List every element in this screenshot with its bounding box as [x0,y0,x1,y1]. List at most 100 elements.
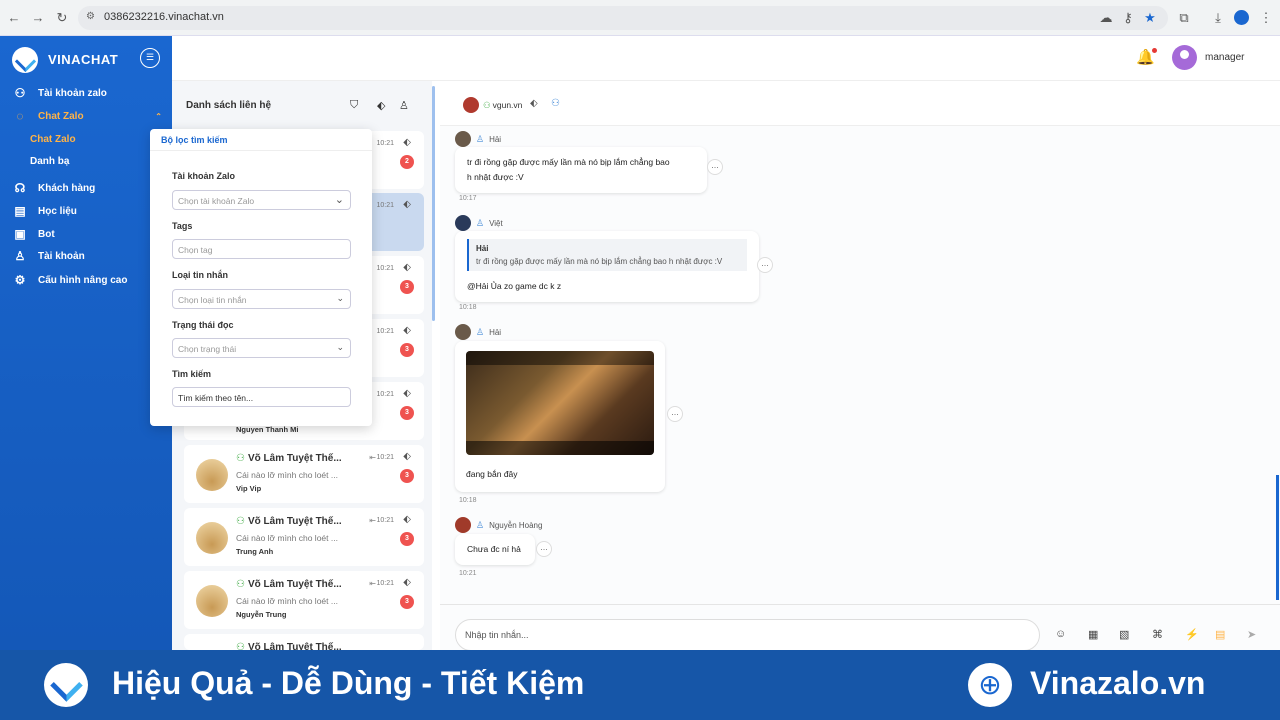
image-message-bubble[interactable]: đang bắn đây [455,341,665,492]
address-bar[interactable]: ⚙ 0386232216.vinachat.vn [78,6,1168,30]
contact-subtitle: Vip Vip [236,484,262,493]
pin-icon[interactable]: ⇤ [369,453,376,462]
tag-icon[interactable]: ⬖ [530,98,538,109]
message-bubble[interactable]: tr đi rồng gặp được mấy lần mà nó bịp lắ… [455,147,707,193]
sidebar-item-learning[interactable]: ▤ Học liệu [12,204,77,218]
contact-time: 10:21 [376,265,394,272]
quoted-message[interactable]: Hải tr đi rồng gặp được mấy lần mà nó bị… [467,239,747,271]
message-type-select[interactable]: Chọn loại tin nhắn ⌄ [172,289,351,309]
send-icon[interactable]: ➤ [1247,628,1256,641]
message-sender: ♙ Hải [455,131,501,147]
sidebar-item-label: Học liệu [38,205,77,217]
grid-icon[interactable]: ▦ [1088,628,1098,641]
browser-toolbar: ← → ↻ ⚙ 0386232216.vinachat.vn ☁ ⚷ ★ ⧉ ⤓… [0,0,1280,36]
search-label: Tìm kiếm [172,369,212,379]
game-screenshot-image[interactable] [466,351,654,455]
quick-reply-icon[interactable]: ⚡ [1185,628,1199,641]
message-time: 10:18 [459,497,477,504]
tag-icon[interactable]: ⬖ [377,99,385,112]
sidebar-subitem-contacts[interactable]: Danh bạ [30,156,69,167]
more-options-icon[interactable]: … [757,257,773,273]
message-bubble[interactable]: Hải tr đi rồng gặp được mấy lần mà nó bị… [455,231,759,302]
cloud-icon[interactable]: ☁ [1098,10,1114,26]
message-bubble[interactable]: Chưa đc ní hả [455,534,535,565]
message-type-label: Loại tin nhắn [172,270,228,280]
sidebar-item-account[interactable]: ♙ Tài khoản [12,249,85,263]
sidebar-item-label: Cấu hình nâng cao [38,274,128,286]
chat-icon: ◌ [16,109,24,123]
banner-slogan: Hiệu Quả - Dễ Dùng - Tiết Kiệm [112,665,585,701]
contact-list-scrollbar[interactable] [432,86,435,321]
more-options-icon[interactable]: … [536,541,552,557]
menu-toggle-icon[interactable]: ☰ [140,48,160,68]
contact-card[interactable]: ⚇ Võ Lâm Tuyệt Thế... Cái nào lỡ mình cho… [184,445,424,503]
contact-card[interactable]: ⚇ Võ Lâm Tuyệt Thế... Cái nào lỡ mình cho… [184,508,424,566]
tag-icon[interactable]: ⬖ [403,325,411,336]
user-icon: ♙ [476,326,485,337]
filter-icon[interactable]: ⛉ [350,99,358,112]
contact-time: 10:21 [376,580,394,587]
brand-name: VINACHAT [48,52,119,67]
read-status-select[interactable]: Chọn trạng thái ⌄ [172,338,351,358]
tag-icon[interactable]: ⬖ [403,137,411,148]
message-sender: ♙ Việt [455,215,503,231]
tag-icon[interactable]: ⬖ [403,199,411,210]
pin-icon[interactable]: ⇤ [369,516,376,525]
key-icon[interactable]: ⚷ [1120,10,1136,26]
tag-icon[interactable]: ⬖ [403,514,411,525]
contact-name: ⚇ Võ Lâm Tuyệt Thế... [236,516,342,527]
sidebar-subitem-chat-zalo[interactable]: Chat Zalo [30,134,76,145]
gear-icon: ⚙ [14,273,26,287]
group-icon: ⚇ [236,516,245,527]
message-sender: ♙ Nguyễn Hoàng [455,517,542,533]
sidebar-item-zalo-accounts[interactable]: ⚇ Tài khoản zalo [12,86,107,100]
contact-card[interactable]: ⚇ Võ Lâm Tuyệt Thế... Cái nào lỡ mình cho… [184,571,424,629]
forward-icon[interactable]: → [30,10,46,25]
attachment-icon[interactable]: ⌘ [1152,628,1163,641]
group-icon: ⚇ [236,579,245,590]
group-icon: ⚇ [236,453,245,464]
image-icon[interactable]: ▧ [1119,628,1129,641]
avatar [455,517,471,533]
chat-scrollbar[interactable] [1276,475,1279,600]
message-input[interactable]: Nhập tin nhắn... [455,619,1040,651]
sidebar-item-customers[interactable]: ☊ Khách hàng [12,181,96,195]
pin-icon[interactable]: ⇤ [369,579,376,588]
star-icon[interactable]: ★ [1142,10,1158,26]
tags-select[interactable]: Chọn tag [172,239,351,259]
users-icon: ⚇ [14,86,26,100]
more-options-icon[interactable]: … [667,406,683,422]
more-options-icon[interactable]: … [707,159,723,175]
back-icon[interactable]: ← [6,10,22,25]
avatar[interactable] [1172,45,1197,70]
user-icon[interactable]: ♙ [399,99,409,112]
template-icon[interactable]: ▤ [1215,628,1225,641]
unread-badge: 3 [400,343,414,357]
site-info-icon[interactable]: ⚙ [86,11,95,22]
contact-card[interactable]: ⚇ Võ Lâm Tuyệt Thế... [184,634,424,650]
search-input[interactable]: Tìm kiếm theo tên... [172,387,351,407]
emoji-icon[interactable]: ☺ [1055,628,1066,640]
unread-badge: 3 [400,532,414,546]
sidebar-item-chat-zalo[interactable]: ◌ Chat Zalo ⌃ [12,109,162,123]
profile-icon[interactable] [1234,10,1249,25]
bell-icon[interactable]: 🔔 [1136,48,1157,66]
chevron-up-icon: ⌃ [155,111,162,121]
download-icon[interactable]: ⤓ [1210,10,1226,26]
contact-time: 10:21 [376,202,394,209]
extensions-icon[interactable]: ⧉ [1176,10,1192,26]
url-text: 0386232216.vinachat.vn [104,11,224,23]
contact-preview: Cái nào lỡ mình cho loét ... [236,470,338,480]
sidebar-item-bot[interactable]: ▣ Bot [12,227,54,241]
username[interactable]: manager [1205,52,1244,63]
sidebar-item-advanced-settings[interactable]: ⚙ Cấu hình nâng cao [12,273,128,287]
tag-icon[interactable]: ⬖ [403,262,411,273]
account-select[interactable]: Chọn tài khoản Zalo ⌄ [172,190,351,210]
kebab-menu-icon[interactable]: ⋮ [1258,10,1274,26]
tag-icon[interactable]: ⬖ [403,451,411,462]
group-members-icon[interactable]: ⚇ [551,98,560,109]
tag-icon[interactable]: ⬖ [403,577,411,588]
reload-icon[interactable]: ↻ [54,10,70,26]
tag-icon[interactable]: ⬖ [403,388,411,399]
chat-header: ⚇ vgun.vn ⬖ ⚇ [440,81,1280,126]
